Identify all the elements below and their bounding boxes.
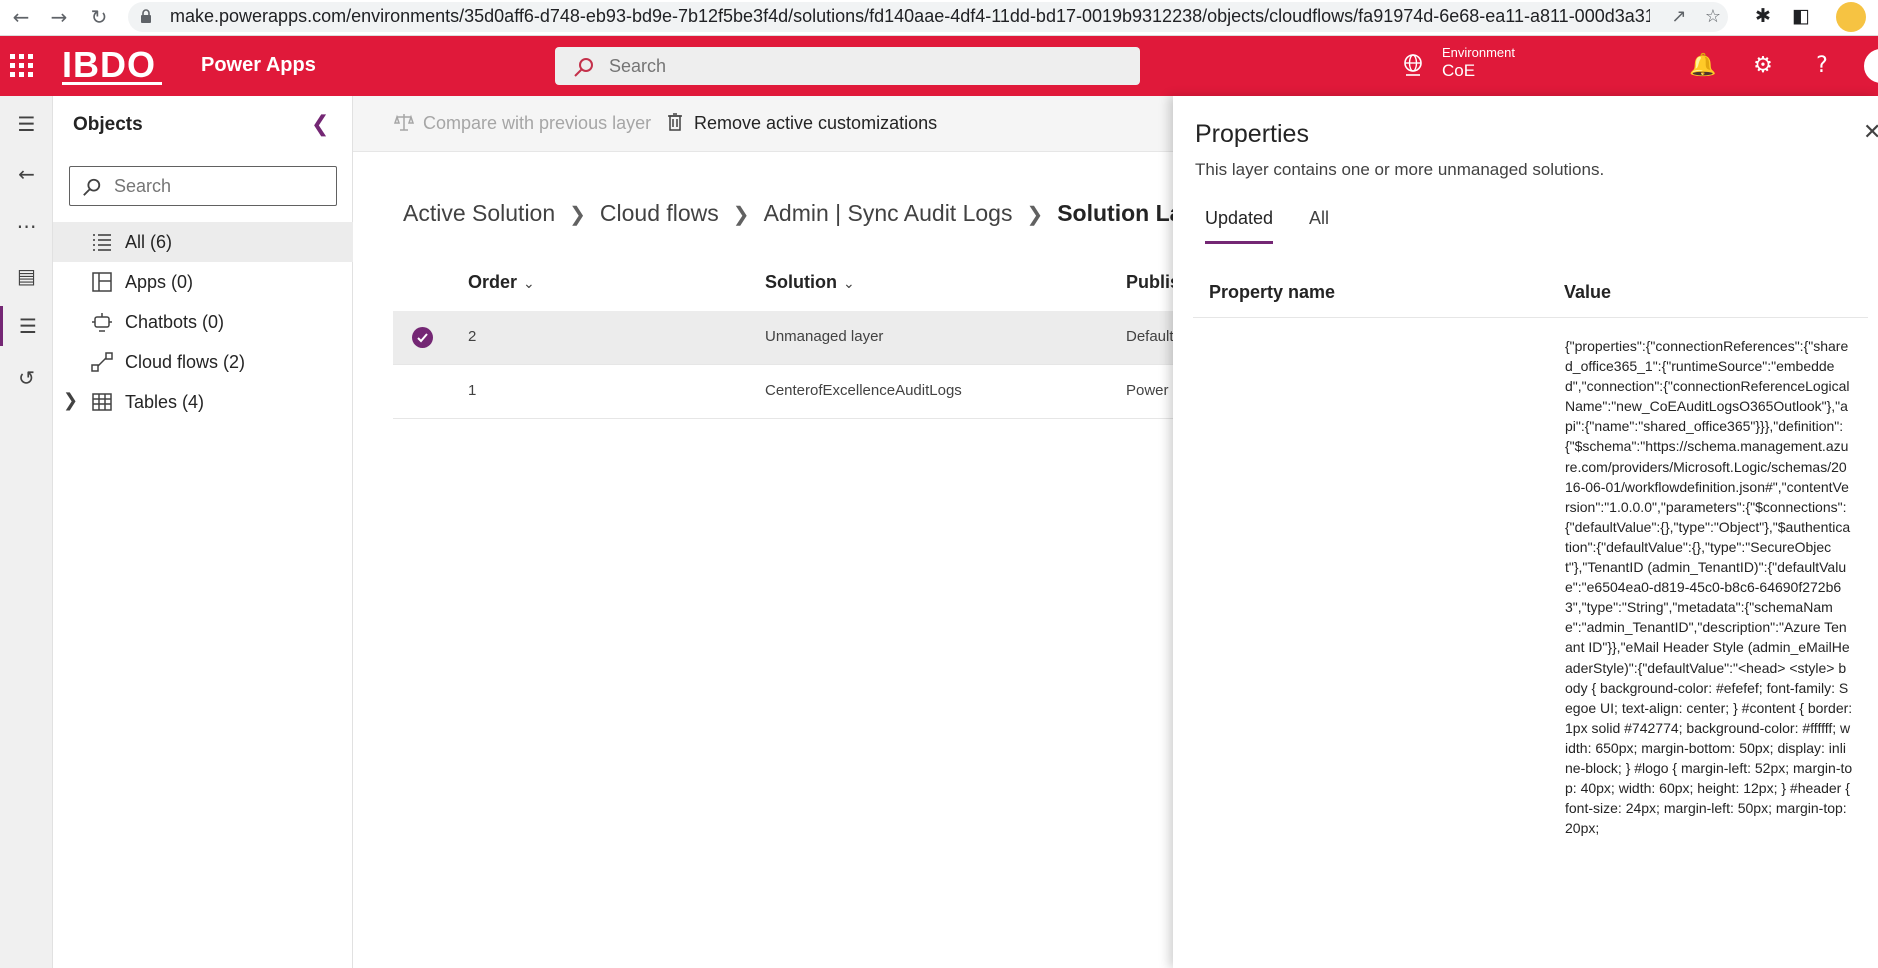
tab-all[interactable]: All: [1309, 208, 1329, 241]
objects-panel: Objects ❮ All (6) Apps (0) Chatbots (0) …: [53, 96, 353, 968]
trash-icon: [668, 113, 682, 131]
tab-updated[interactable]: Updated: [1205, 208, 1274, 244]
object-filter-label: Chatbots (0): [125, 312, 225, 332]
back-arrow-icon[interactable]: ←: [0, 154, 53, 194]
extensions-icon[interactable]: ✱: [1750, 5, 1776, 31]
table-row[interactable]: 2 Unmanaged layer Default: [393, 311, 1183, 365]
table-icon: [92, 393, 112, 411]
column-header-publisher[interactable]: Publis: [1126, 272, 1180, 293]
remove-active-customizations-button[interactable]: Remove active customizations: [664, 112, 937, 134]
global-search-box[interactable]: [555, 47, 1140, 85]
app-launcher-waffle-icon[interactable]: [10, 54, 34, 78]
back-arrow-icon[interactable]: ←: [8, 4, 34, 30]
search-icon: [574, 58, 593, 77]
object-filter-label: Apps (0): [125, 272, 194, 292]
environment-globe-icon: [1404, 54, 1422, 76]
share-icon[interactable]: ↗: [1666, 6, 1692, 27]
object-filter-apps[interactable]: Apps (0): [53, 262, 353, 302]
column-header-solution[interactable]: Solution ⌄: [765, 272, 855, 293]
help-icon[interactable]: ?: [1807, 51, 1837, 81]
chatbot-icon: [92, 313, 112, 332]
close-icon[interactable]: ✕: [1863, 120, 1878, 145]
app-header: IBDO Power Apps Environment CoE 🔔 ⚙ ?: [0, 36, 1878, 96]
properties-description: This layer contains one or more unmanage…: [1195, 160, 1605, 179]
properties-panel: Properties ✕ This layer contains one or …: [1173, 96, 1878, 968]
compare-button-label: Compare with previous layer: [423, 113, 652, 133]
bookmark-star-icon[interactable]: ☆: [1700, 6, 1726, 27]
sort-chevron-icon: ⌄: [523, 275, 535, 291]
browser-profile-avatar[interactable]: [1836, 2, 1866, 32]
objects-panel-title: Objects: [73, 114, 143, 135]
breadcrumb-active-solution[interactable]: Active Solution: [403, 200, 555, 226]
bdo-logo: IBDO: [62, 45, 162, 85]
breadcrumb-cloud-flows[interactable]: Cloud flows: [600, 200, 719, 226]
compare-with-previous-layer-button[interactable]: Compare with previous layer: [393, 112, 651, 134]
table-row[interactable]: 1 CenterofExcellenceAuditLogs Power: [393, 365, 1183, 419]
objects-list-icon[interactable]: ☰: [0, 306, 53, 346]
column-header-property-name: Property name: [1209, 282, 1336, 302]
notifications-bell-icon[interactable]: 🔔: [1688, 51, 1718, 81]
breadcrumb-separator-icon: ❯: [732, 204, 750, 226]
address-bar[interactable]: make.powerapps.com/environments/35d0aff6…: [128, 2, 1728, 32]
user-avatar[interactable]: [1864, 49, 1878, 83]
cell-solution: Unmanaged layer: [765, 328, 884, 345]
cell-solution: CenterofExcellenceAuditLogs: [765, 382, 962, 399]
side-panel-icon[interactable]: ◧: [1788, 5, 1814, 31]
expand-chevron-icon[interactable]: ❯: [63, 390, 78, 411]
cell-order: 2: [468, 328, 477, 345]
object-filter-tables[interactable]: ❯ Tables (4): [53, 382, 353, 422]
list-icon: [93, 234, 111, 251]
hamburger-menu-icon[interactable]: ☰: [0, 104, 53, 144]
object-filter-chatbots[interactable]: Chatbots (0): [53, 302, 353, 342]
environment-name[interactable]: CoE: [1442, 61, 1475, 81]
object-filter-label: Tables (4): [125, 392, 205, 412]
history-icon[interactable]: ↺: [0, 358, 53, 398]
app-name[interactable]: Power Apps: [201, 54, 316, 77]
cell-order: 1: [468, 382, 477, 399]
object-filter-label: All (6): [125, 232, 173, 252]
breadcrumb-separator-icon: ❯: [569, 204, 586, 226]
solution-package-icon[interactable]: ▤: [0, 256, 53, 296]
collapse-panel-chevron-icon[interactable]: ❮: [311, 112, 329, 137]
object-filter-cloud-flows[interactable]: Cloud flows (2): [53, 342, 353, 382]
sort-chevron-icon: ⌄: [842, 275, 855, 291]
compare-scale-icon: [393, 114, 415, 131]
property-value-json: {"properties":{"connectionReferences":{"…: [1565, 338, 1853, 837]
cell-publisher: Default: [1126, 328, 1174, 345]
breadcrumb: Active Solution ❯ Cloud flows ❯ Admin | Sync…: [403, 200, 1230, 227]
reload-icon[interactable]: ↻: [86, 4, 112, 30]
settings-gear-icon[interactable]: ⚙: [1748, 51, 1778, 81]
search-icon: [83, 178, 101, 196]
column-header-value: Value: [1564, 282, 1612, 302]
properties-table-header: Property name Value: [1193, 274, 1868, 318]
global-search-input[interactable]: [609, 52, 1109, 80]
browser-toolbar: ← → ↻ make.powerapps.com/environments/35…: [0, 0, 1878, 36]
more-options-icon[interactable]: ⋯: [0, 206, 53, 246]
cell-publisher: Power: [1126, 382, 1169, 399]
objects-search-box[interactable]: [69, 166, 337, 206]
left-nav-rail: ☰ ← ⋯ ▤ ☰ ↺: [0, 96, 53, 968]
url-text: make.powerapps.com/environments/35d0aff6…: [170, 6, 1650, 26]
object-filter-label: Cloud flows (2): [125, 352, 246, 372]
properties-title: Properties: [1195, 120, 1309, 148]
row-selected-check-icon[interactable]: [412, 327, 433, 348]
breadcrumb-separator-icon: ❯: [1026, 204, 1044, 226]
forward-arrow-icon[interactable]: →: [46, 4, 72, 30]
flow-icon: [91, 352, 113, 372]
objects-search-input[interactable]: [114, 173, 324, 199]
object-filter-all[interactable]: All (6): [53, 222, 353, 262]
breadcrumb-flow-name[interactable]: Admin | Sync Audit Logs: [764, 200, 1013, 226]
remove-button-label: Remove active customizations: [694, 113, 938, 133]
column-header-order[interactable]: Order ⌄: [468, 272, 535, 293]
environment-label[interactable]: Environment: [1442, 45, 1515, 60]
lock-icon: [141, 9, 151, 23]
apps-icon: [92, 272, 112, 292]
